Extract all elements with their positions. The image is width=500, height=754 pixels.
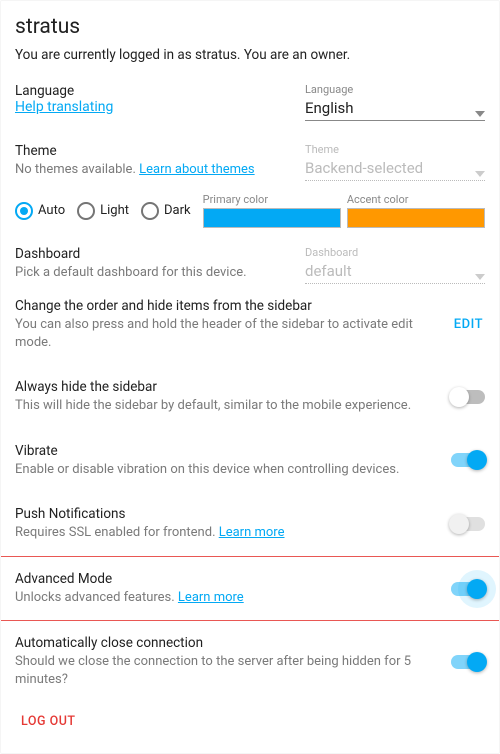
theme-select: Backend-selected xyxy=(305,157,485,181)
dashboard-desc: Pick a default dashboard for this device… xyxy=(15,264,295,282)
vibrate-toggle[interactable] xyxy=(451,453,485,467)
divider xyxy=(1,556,499,557)
help-translating-link[interactable]: Help translating xyxy=(15,99,113,115)
chevron-down-icon xyxy=(475,165,485,171)
theme-radio-auto[interactable]: Auto xyxy=(15,202,65,220)
theme-mode-row: Auto Light Dark Primary color Accent col… xyxy=(15,193,485,228)
radio-icon xyxy=(15,202,33,220)
autoclose-toggle[interactable] xyxy=(451,655,485,669)
push-toggle[interactable] xyxy=(451,517,485,531)
push-setting: Push Notifications Requires SSL enabled … xyxy=(15,492,485,556)
theme-radio-dark[interactable]: Dark xyxy=(141,202,191,220)
sidebar-order-setting: Change the order and hide items from the… xyxy=(15,284,485,365)
dashboard-select-label: Dashboard xyxy=(305,246,485,259)
dashboard-value: default xyxy=(305,262,352,280)
vibrate-title: Vibrate xyxy=(15,443,429,459)
theme-radio-light[interactable]: Light xyxy=(77,202,129,220)
theme-desc: No themes available. Learn about themes xyxy=(15,161,295,179)
chevron-down-icon xyxy=(475,268,485,274)
profile-card: stratus You are currently logged in as s… xyxy=(0,0,500,754)
edit-button[interactable]: EDIT xyxy=(452,313,485,336)
primary-color-label: Primary color xyxy=(203,193,341,206)
divider xyxy=(1,620,499,621)
sidebar-order-desc: You can also press and hold the header o… xyxy=(15,316,436,351)
language-select[interactable]: English xyxy=(305,97,485,121)
radio-icon xyxy=(141,202,159,220)
theme-row: Theme No themes available. Learn about t… xyxy=(15,143,485,181)
autoclose-setting: Automatically close connection Should we… xyxy=(15,621,485,702)
theme-value: Backend-selected xyxy=(305,159,423,177)
sidebar-order-title: Change the order and hide items from the… xyxy=(15,298,436,314)
vibrate-desc: Enable or disable vibration on this devi… xyxy=(15,461,429,479)
advanced-setting: Advanced Mode Unlocks advanced features.… xyxy=(15,557,485,621)
logout-button[interactable]: LOG OUT xyxy=(15,702,82,739)
push-learn-link[interactable]: Learn more xyxy=(219,525,285,540)
advanced-title: Advanced Mode xyxy=(15,571,429,587)
primary-color-swatch[interactable] xyxy=(203,208,341,228)
language-value: English xyxy=(305,99,354,117)
advanced-learn-link[interactable]: Learn more xyxy=(178,590,244,605)
language-row: Language Help translating Language Engli… xyxy=(15,83,485,121)
accent-color-swatch[interactable] xyxy=(347,208,485,228)
hide-sidebar-toggle[interactable] xyxy=(451,390,485,404)
push-title: Push Notifications xyxy=(15,506,429,522)
autoclose-title: Automatically close connection xyxy=(15,635,429,651)
dashboard-label: Dashboard xyxy=(15,246,295,262)
dashboard-row: Dashboard Pick a default dashboard for t… xyxy=(15,246,485,284)
advanced-desc: Unlocks advanced features. Learn more xyxy=(15,589,429,607)
radio-icon xyxy=(77,202,95,220)
login-status: You are currently logged in as stratus. … xyxy=(15,47,485,63)
vibrate-setting: Vibrate Enable or disable vibration on t… xyxy=(15,429,485,493)
hide-sidebar-title: Always hide the sidebar xyxy=(15,379,429,395)
hide-sidebar-setting: Always hide the sidebar This will hide t… xyxy=(15,365,485,429)
language-select-label: Language xyxy=(305,83,485,96)
advanced-toggle[interactable] xyxy=(451,582,485,596)
language-label: Language xyxy=(15,83,295,99)
hide-sidebar-desc: This will hide the sidebar by default, s… xyxy=(15,397,429,415)
theme-select-label: Theme xyxy=(305,143,485,156)
dashboard-select[interactable]: default xyxy=(305,260,485,284)
theme-label: Theme xyxy=(15,143,295,159)
push-desc: Requires SSL enabled for frontend. Learn… xyxy=(15,524,429,542)
chevron-down-icon xyxy=(475,105,485,111)
autoclose-desc: Should we close the connection to the se… xyxy=(15,653,429,688)
learn-themes-link[interactable]: Learn about themes xyxy=(139,162,255,177)
page-title: stratus xyxy=(15,11,485,39)
accent-color-label: Accent color xyxy=(347,193,485,206)
